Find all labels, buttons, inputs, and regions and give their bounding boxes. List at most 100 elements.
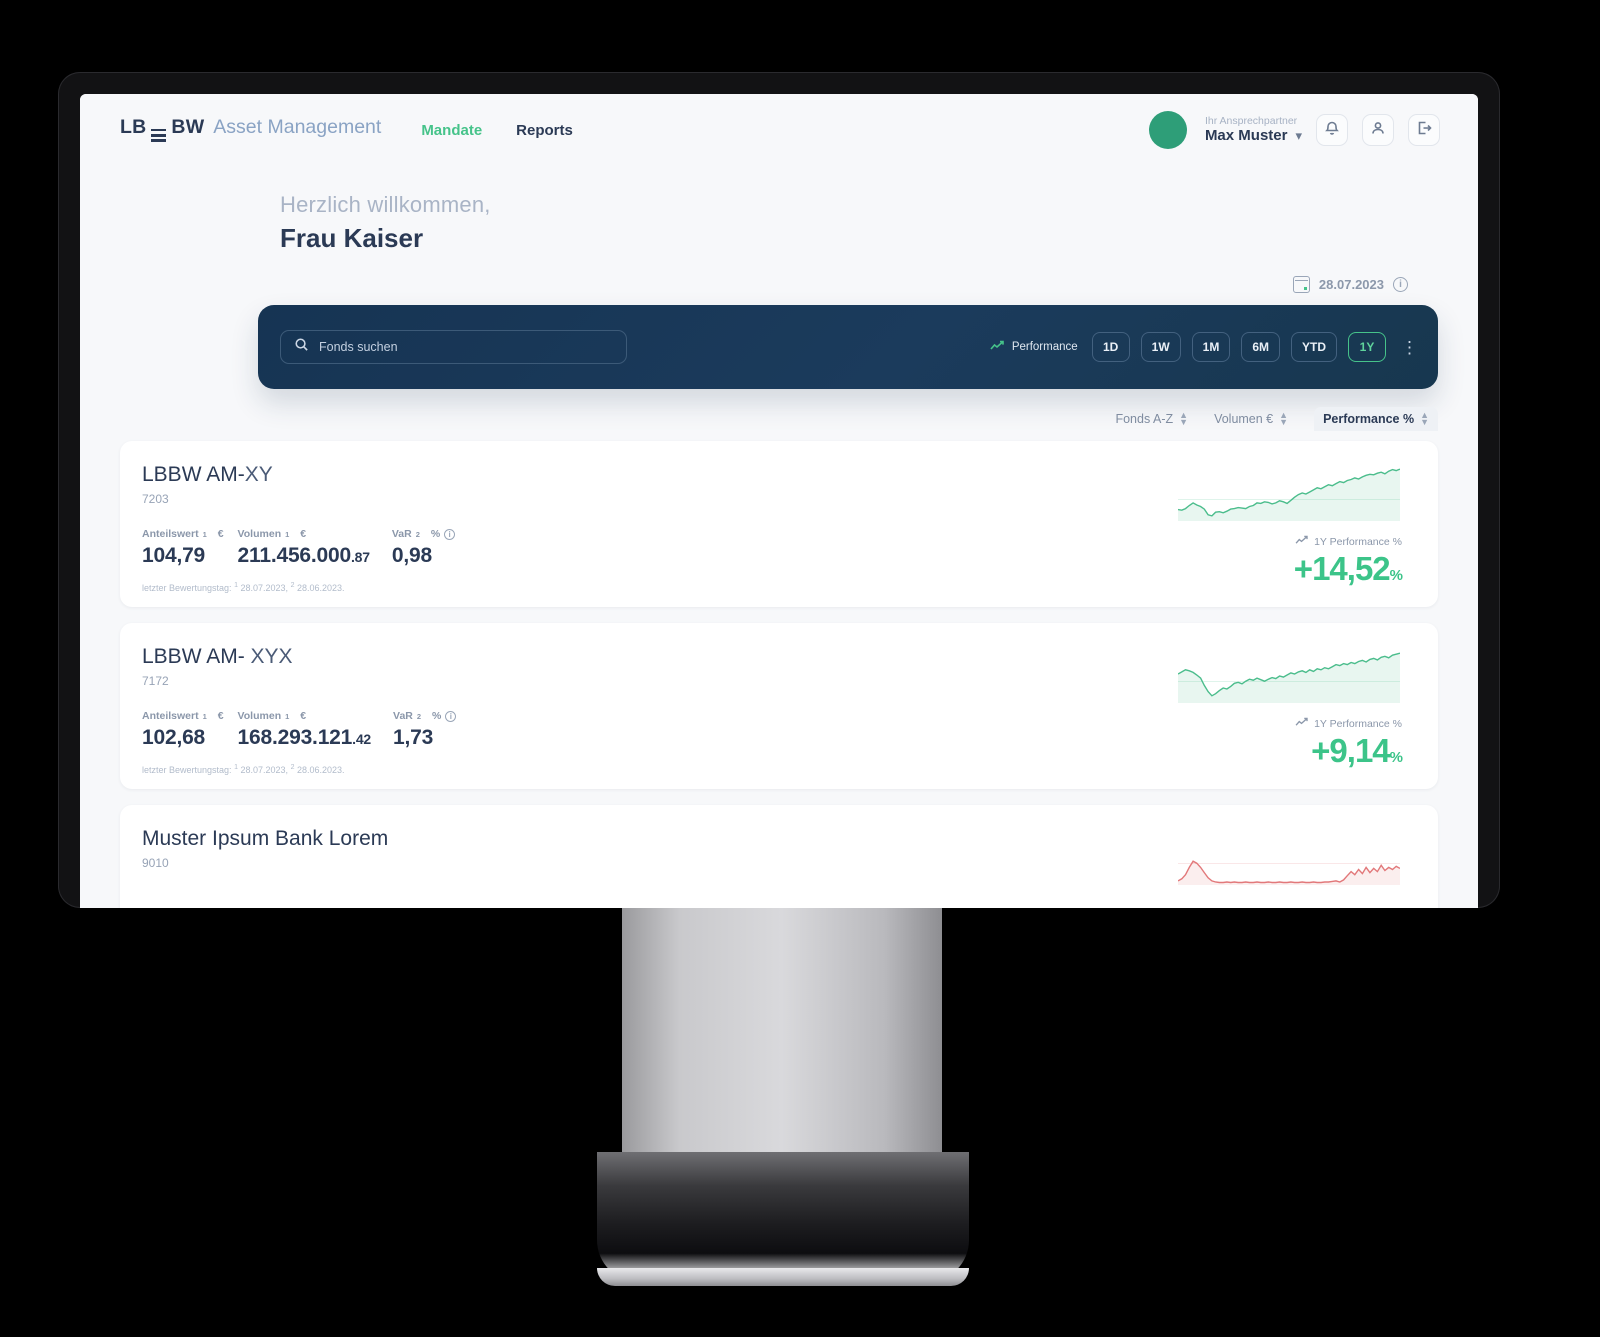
valuation-date-row: 28.07.2023 i xyxy=(80,254,1478,293)
fund-card-right: 1Y Performance % +9,14% xyxy=(1148,645,1408,771)
metric-anteilswert-label: Anteilswert xyxy=(142,528,199,540)
sort-fonds-az[interactable]: Fonds A-Z ▲ ▼ xyxy=(1115,410,1189,427)
metric-volumen-unit: € xyxy=(300,528,307,540)
performance-value: +9,14% xyxy=(1295,732,1403,770)
fund-card-left: LBBW AM- XYX 7172 Anteilswert1 € 102,68 xyxy=(142,645,1148,775)
monitor-bezel: LB BW Asset Management Mandate Reports I… xyxy=(58,72,1500,908)
metric-volumen-int: 168.293.121 xyxy=(237,726,353,749)
fund-id: 7203 xyxy=(142,492,169,506)
monitor-stand-foot-lip xyxy=(597,1268,969,1286)
sort-performance[interactable]: Performance % ▲ ▼ xyxy=(1314,407,1438,431)
metric-var-value: 1,73 xyxy=(393,726,434,749)
sort-volumen-label: Volumen € xyxy=(1214,412,1274,426)
fund-card[interactable]: Muster Ipsum Bank Lorem 9010 xyxy=(120,805,1438,908)
sparkline-chart xyxy=(1178,829,1400,885)
metric-var-unit: % xyxy=(431,710,442,722)
fund-name-main: Muster Ipsum Bank Lorem xyxy=(142,827,389,850)
metric-volumen-header: Volumen 1 € xyxy=(238,528,370,540)
info-icon[interactable]: i xyxy=(444,528,456,540)
fund-name: Muster Ipsum Bank Lorem xyxy=(142,827,1148,851)
fund-card[interactable]: LBBW AM- XYX 7172 Anteilswert1 € 102,68 xyxy=(120,623,1438,789)
metric-anteilswert-header: Anteilswert 1 € xyxy=(142,710,224,722)
fund-name-main: LBBW AM- xyxy=(142,645,251,668)
range-button-1w[interactable]: 1W xyxy=(1140,332,1181,362)
fund-footnote: letzter Bewertungstag: 1 28.07.2023, 2 2… xyxy=(142,582,1148,593)
sort-controls: Fonds A-Z ▲ ▼ Volumen € ▲ ▼ Performance % … xyxy=(80,389,1478,431)
metric-anteilswert-value: 102,68 xyxy=(142,726,206,749)
metric-volumen-dec: .42 xyxy=(352,731,372,747)
fund-card-left: LBBW AM-XY 7203 Anteilswert 1 € 104,79 V… xyxy=(142,463,1148,593)
footnote-prefix: letzter Bewertungstag: xyxy=(142,765,232,775)
metric-volumen-int: 211.456.000 xyxy=(237,544,352,567)
range-button-1d[interactable]: 1D xyxy=(1091,332,1130,362)
sort-performance-label: Performance % xyxy=(1323,412,1415,426)
chevron-down-icon[interactable]: ▾ xyxy=(1295,128,1302,144)
user-menu[interactable]: Ihr Ansprechpartner Max Muster ▾ xyxy=(1205,115,1302,144)
fund-list: LBBW AM-XY 7203 Anteilswert 1 € 104,79 V… xyxy=(80,431,1478,908)
sort-arrows-icon: ▲ ▼ xyxy=(1420,410,1429,427)
range-button-6m[interactable]: 6M xyxy=(1241,332,1280,362)
welcome-name: Kaiser xyxy=(343,223,424,253)
trend-up-icon xyxy=(990,340,1005,354)
profile-button[interactable] xyxy=(1362,114,1394,146)
range-button-1m[interactable]: 1M xyxy=(1191,332,1231,362)
page-title: Frau Kaiser xyxy=(280,223,1478,254)
welcome-greeting: Herzlich willkommen, xyxy=(280,192,491,217)
brand-bars-icon xyxy=(151,128,167,142)
performance-value: +14,52% xyxy=(1293,550,1403,588)
nav-link-reports[interactable]: Reports xyxy=(516,122,573,139)
logout-button[interactable] xyxy=(1408,114,1440,146)
more-options-icon[interactable]: ⋮ xyxy=(1401,339,1418,356)
nav-link-mandate[interactable]: Mandate xyxy=(421,122,482,139)
fund-card-right: 1Y Performance % +14,52% xyxy=(1148,463,1408,589)
metric-volumen-label: Volumen xyxy=(237,528,282,540)
metric-anteilswert: Anteilswert 1 € 104,79 xyxy=(142,528,224,568)
metric-var-header: VaR 2 % i xyxy=(392,528,456,540)
fund-name: LBBW AM-XY xyxy=(142,463,1148,487)
fund-metrics: Anteilswert 1 € 102,68 Volumen 1 € 168.293… xyxy=(142,710,1148,750)
info-icon[interactable]: i xyxy=(445,710,457,722)
metric-volumen-label: Volumen xyxy=(237,710,282,722)
metric-var: VaR 2 % i 1,73 xyxy=(393,710,457,750)
metric-volumen-value: 211.456.000.87 xyxy=(237,544,371,568)
welcome-section: Herzlich willkommen, Frau Kaiser xyxy=(80,166,1478,254)
fund-name-main: LBBW AM- xyxy=(142,463,245,486)
main-nav-links: Mandate Reports xyxy=(421,122,573,139)
metric-var-value: 0,98 xyxy=(391,544,432,567)
metric-var-header: VaR 2 % i xyxy=(393,710,457,722)
sort-arrows-icon: ▲ ▼ xyxy=(1179,410,1189,427)
fund-footnote: letzter Bewertungstag: 1 28.07.2023, 2 2… xyxy=(142,764,1148,775)
footnote-prefix: letzter Bewertungstag: xyxy=(142,583,232,593)
metric-volumen: Volumen 1 € 168.293.121.42 xyxy=(237,710,372,750)
brand-suffix-text: Asset Management xyxy=(213,116,382,139)
sparkline-chart xyxy=(1178,465,1400,521)
notifications-button[interactable] xyxy=(1316,114,1348,146)
sort-volumen[interactable]: Volumen € ▲ ▼ xyxy=(1214,411,1288,427)
search-icon xyxy=(294,337,309,357)
metric-var-unit: % xyxy=(430,528,441,540)
top-navigation-bar: LB BW Asset Management Mandate Reports I… xyxy=(80,94,1478,166)
performance-unit: % xyxy=(1389,567,1403,584)
footnote-date-1: 28.07.2023, xyxy=(240,765,289,775)
metric-anteilswert-unit: € xyxy=(217,710,224,722)
performance-label-text: Performance xyxy=(1011,341,1078,353)
fund-card-left: Muster Ipsum Bank Lorem 9010 xyxy=(142,827,1148,908)
metric-volumen-dec: .87 xyxy=(350,549,370,565)
fund-card[interactable]: LBBW AM-XY 7203 Anteilswert 1 € 104,79 V… xyxy=(120,441,1438,607)
brand-bw-text: BW xyxy=(171,116,205,139)
range-button-ytd[interactable]: YTD xyxy=(1291,332,1337,362)
avatar[interactable] xyxy=(1148,111,1187,149)
brand-logo: LB BW Asset Management xyxy=(120,116,381,143)
metric-var: VaR 2 % i 0,98 xyxy=(391,528,456,568)
fund-name: LBBW AM- XYX xyxy=(142,645,1148,669)
search-input[interactable]: Fonds suchen xyxy=(280,330,627,364)
fund-performance: 1Y Performance % +9,14% xyxy=(1295,717,1403,770)
metric-volumen-unit: € xyxy=(300,710,307,722)
range-button-1y[interactable]: 1Y xyxy=(1348,332,1386,362)
metric-anteilswert-header: Anteilswert 1 € xyxy=(142,528,224,540)
info-icon[interactable]: i xyxy=(1393,277,1408,292)
fund-metrics: Anteilswert 1 € 104,79 Volumen 1 € 211.456… xyxy=(142,528,1148,568)
fund-performance: 1Y Performance % +14,52% xyxy=(1293,535,1403,588)
metric-volumen-value: 168.293.121.42 xyxy=(237,726,372,750)
performance-number: +14,52 xyxy=(1293,550,1391,587)
